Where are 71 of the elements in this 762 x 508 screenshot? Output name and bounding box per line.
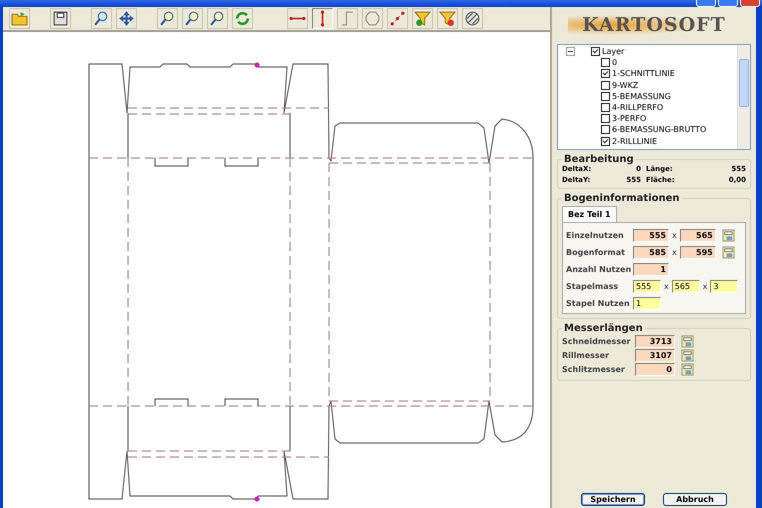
input-field[interactable]: 565: [672, 280, 700, 292]
tree-item[interactable]: Layer: [602, 47, 624, 56]
field-label: Stapel Nutzen: [566, 298, 630, 308]
separator-text: x: [672, 230, 677, 240]
dialog-button[interactable]: Abbruch: [663, 493, 727, 506]
search-icon[interactable]: [91, 8, 112, 29]
filter-add-icon[interactable]: [412, 8, 433, 29]
checkbox[interactable]: [601, 114, 610, 124]
checkbox[interactable]: [601, 58, 610, 68]
checkbox[interactable]: [601, 80, 610, 90]
collapse-icon[interactable]: [566, 47, 575, 56]
input-field[interactable]: 1: [633, 296, 661, 310]
checkbox[interactable]: [601, 125, 610, 134]
tree-item[interactable]: 1-SCHNITTLINIE: [612, 69, 675, 78]
checkbox[interactable]: [601, 103, 610, 112]
field-label: Stapelmass: [566, 282, 620, 290]
field-label: Einzelnutzen: [566, 230, 625, 240]
maximize-icon[interactable]: [718, 0, 738, 7]
group-title: Messerlängen: [563, 323, 644, 334]
input-field[interactable]: 555: [633, 280, 661, 292]
polygon-icon[interactable]: [362, 8, 383, 29]
move-icon[interactable]: [116, 8, 137, 29]
tree-item[interactable]: 6-BEMASSUNG-BRUTTO: [612, 125, 706, 134]
separator-text: x: [672, 248, 677, 256]
points-icon[interactable]: [387, 8, 408, 29]
tab[interactable]: Bez Teil 1: [562, 206, 617, 222]
checkbox[interactable]: [601, 136, 610, 146]
input-field[interactable]: 555: [633, 228, 669, 242]
hatch-icon[interactable]: [462, 8, 483, 29]
tree-item[interactable]: 3-PERFO: [612, 114, 646, 124]
tree-item[interactable]: 0: [612, 58, 618, 68]
input-field[interactable]: 565: [680, 228, 716, 242]
input-field[interactable]: 585: [633, 246, 669, 258]
save-icon[interactable]: [50, 8, 71, 29]
tree-item[interactable]: 2-RILLLINIE: [612, 136, 658, 146]
input-field[interactable]: 3713: [635, 334, 675, 348]
calculator-icon[interactable]: [722, 246, 735, 258]
input-field[interactable]: 0: [635, 362, 675, 376]
group-title: Bogeninformationen: [563, 193, 681, 204]
minimize-icon[interactable]: [696, 0, 716, 7]
zoom-icon[interactable]: [157, 8, 178, 29]
calculator-icon[interactable]: [722, 228, 735, 242]
separator-text: x: [664, 282, 669, 290]
zoom-icon[interactable]: [207, 8, 228, 29]
group-title: Bearbeitung: [563, 154, 635, 165]
field-label: Schlitzmesser: [562, 364, 626, 374]
input-field[interactable]: 595: [680, 246, 716, 258]
calculator-icon[interactable]: [681, 362, 694, 376]
input-field[interactable]: 3107: [635, 348, 675, 362]
tree-item[interactable]: 4-RILLPERFO: [612, 103, 664, 112]
input-field[interactable]: 3: [710, 280, 738, 292]
checkbox[interactable]: [601, 92, 610, 101]
field-label: Bogenformat: [566, 248, 626, 256]
close-icon[interactable]: [740, 0, 760, 7]
scrollbar[interactable]: [737, 45, 750, 149]
zoom-icon[interactable]: [182, 8, 203, 29]
field-label: Schneidmesser: [562, 336, 632, 346]
checkbox[interactable]: [591, 47, 600, 56]
checkbox[interactable]: [601, 69, 610, 78]
folder-icon[interactable]: [9, 8, 30, 29]
tree-item[interactable]: 5-BEMASSUNG: [612, 92, 671, 101]
filter-remove-icon[interactable]: [437, 8, 458, 29]
separator-text: x: [702, 282, 708, 290]
dialog-button[interactable]: Speichern: [581, 493, 645, 506]
refresh-icon[interactable]: [232, 8, 253, 29]
tree-item[interactable]: 9-WKZ: [612, 80, 638, 90]
field-label: Rillmesser: [562, 350, 610, 360]
calculator-icon[interactable]: [681, 334, 694, 348]
field-label: Anzahl Nutzen: [566, 264, 630, 274]
calculator-icon[interactable]: [681, 348, 694, 362]
input-field[interactable]: 1: [633, 262, 669, 276]
